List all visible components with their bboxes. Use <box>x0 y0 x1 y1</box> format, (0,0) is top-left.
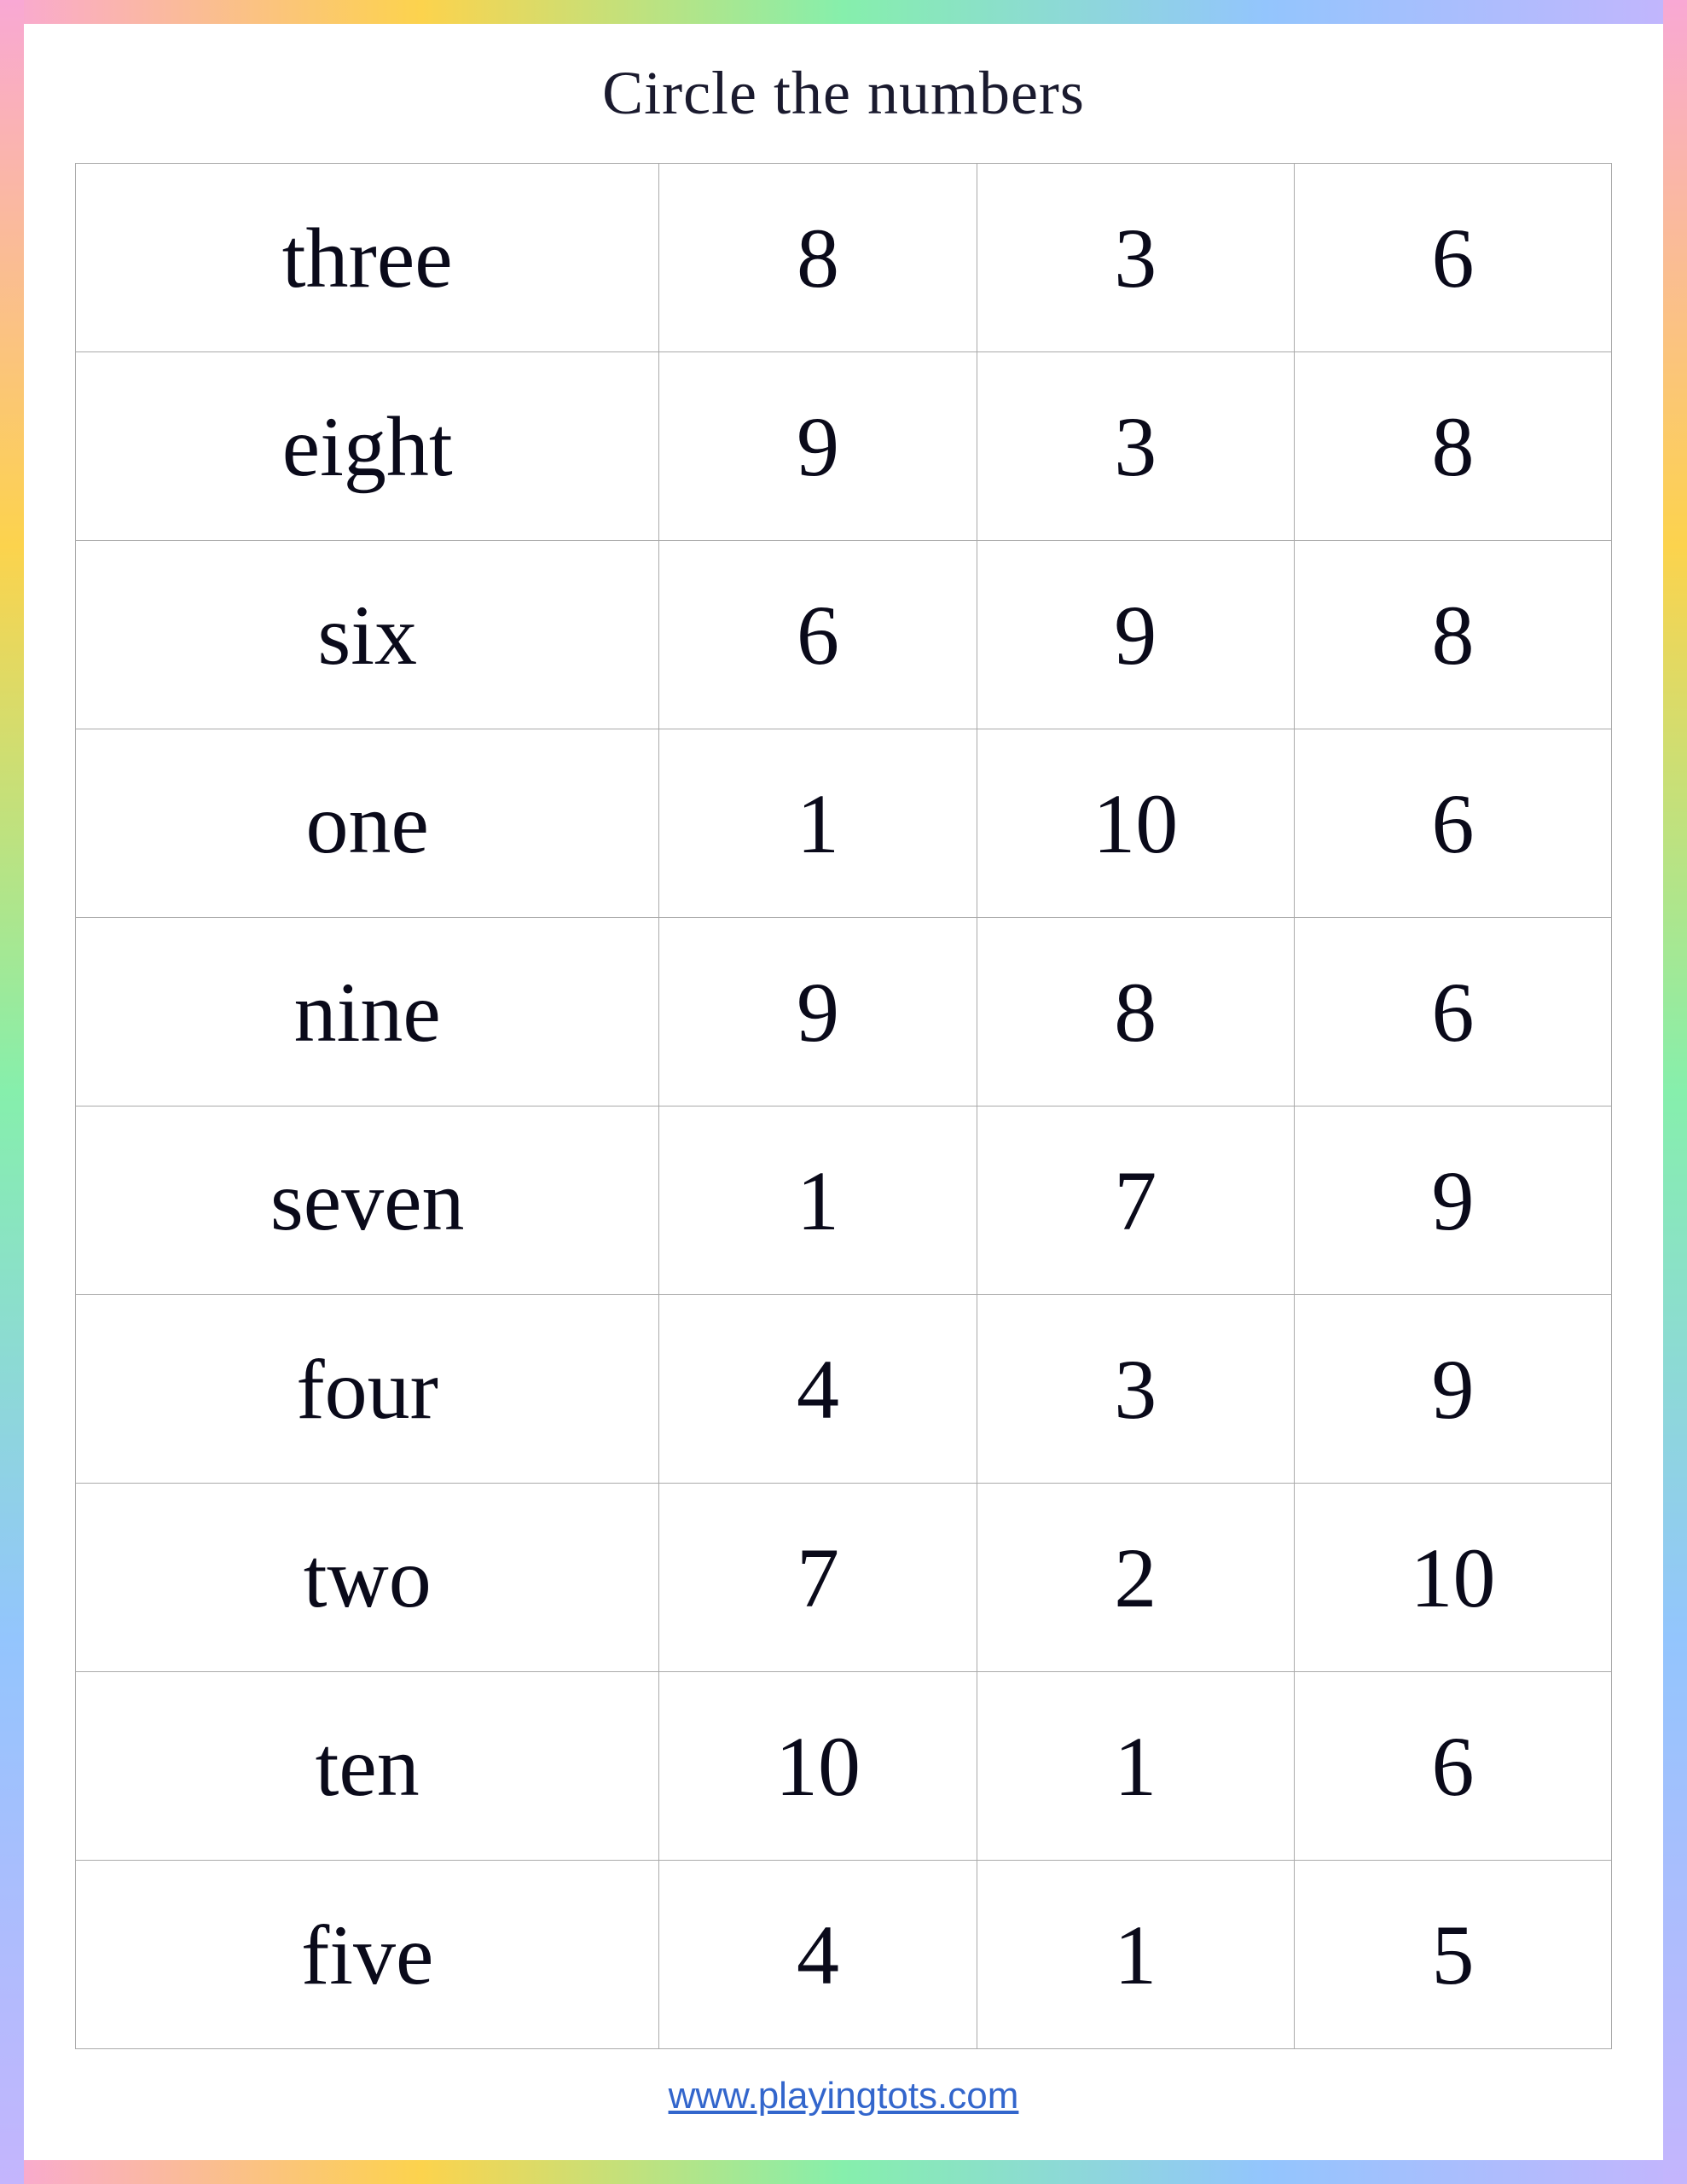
num-cell-6-1: 4 <box>659 1295 977 1484</box>
num-cell-7-1: 7 <box>659 1484 977 1672</box>
word-cell-9: five <box>76 1861 659 2049</box>
num-cell-1-3: 8 <box>1294 352 1611 541</box>
num-cell-6-2: 3 <box>977 1295 1294 1484</box>
page-content: Circle the numbers three836eight938six69… <box>24 24 1663 2160</box>
table-row: two7210 <box>76 1484 1612 1672</box>
num-cell-9-1: 4 <box>659 1861 977 2049</box>
footer-link[interactable]: www.playingtots.com <box>669 2075 1019 2117</box>
word-cell-1: eight <box>76 352 659 541</box>
num-cell-2-2: 9 <box>977 541 1294 729</box>
word-cell-0: three <box>76 164 659 352</box>
table-row: three836 <box>76 164 1612 352</box>
word-cell-5: seven <box>76 1107 659 1295</box>
num-cell-0-1: 8 <box>659 164 977 352</box>
num-cell-9-2: 1 <box>977 1861 1294 2049</box>
num-cell-1-2: 3 <box>977 352 1294 541</box>
border-bottom <box>0 2160 1687 2184</box>
border-top <box>0 0 1687 24</box>
word-cell-6: four <box>76 1295 659 1484</box>
num-cell-2-3: 8 <box>1294 541 1611 729</box>
worksheet-table: three836eight938six698one1106nine986seve… <box>75 163 1612 2049</box>
num-cell-2-1: 6 <box>659 541 977 729</box>
word-cell-4: nine <box>76 918 659 1107</box>
page-title: Circle the numbers <box>602 58 1085 129</box>
word-cell-2: six <box>76 541 659 729</box>
num-cell-5-3: 9 <box>1294 1107 1611 1295</box>
num-cell-0-2: 3 <box>977 164 1294 352</box>
table-row: four439 <box>76 1295 1612 1484</box>
table-row: seven179 <box>76 1107 1612 1295</box>
table-row: nine986 <box>76 918 1612 1107</box>
num-cell-8-3: 6 <box>1294 1672 1611 1861</box>
num-cell-4-3: 6 <box>1294 918 1611 1107</box>
num-cell-1-1: 9 <box>659 352 977 541</box>
num-cell-3-1: 1 <box>659 729 977 918</box>
word-cell-8: ten <box>76 1672 659 1861</box>
num-cell-4-2: 8 <box>977 918 1294 1107</box>
num-cell-7-3: 10 <box>1294 1484 1611 1672</box>
num-cell-8-2: 1 <box>977 1672 1294 1861</box>
table-row: one1106 <box>76 729 1612 918</box>
num-cell-5-2: 7 <box>977 1107 1294 1295</box>
num-cell-6-3: 9 <box>1294 1295 1611 1484</box>
border-left <box>0 0 24 2184</box>
num-cell-9-3: 5 <box>1294 1861 1611 2049</box>
word-cell-3: one <box>76 729 659 918</box>
table-row: ten1016 <box>76 1672 1612 1861</box>
num-cell-4-1: 9 <box>659 918 977 1107</box>
table-row: five415 <box>76 1861 1612 2049</box>
border-right <box>1663 0 1687 2184</box>
word-cell-7: two <box>76 1484 659 1672</box>
num-cell-5-1: 1 <box>659 1107 977 1295</box>
num-cell-3-3: 6 <box>1294 729 1611 918</box>
table-row: six698 <box>76 541 1612 729</box>
num-cell-3-2: 10 <box>977 729 1294 918</box>
num-cell-7-2: 2 <box>977 1484 1294 1672</box>
num-cell-8-1: 10 <box>659 1672 977 1861</box>
num-cell-0-3: 6 <box>1294 164 1611 352</box>
table-row: eight938 <box>76 352 1612 541</box>
